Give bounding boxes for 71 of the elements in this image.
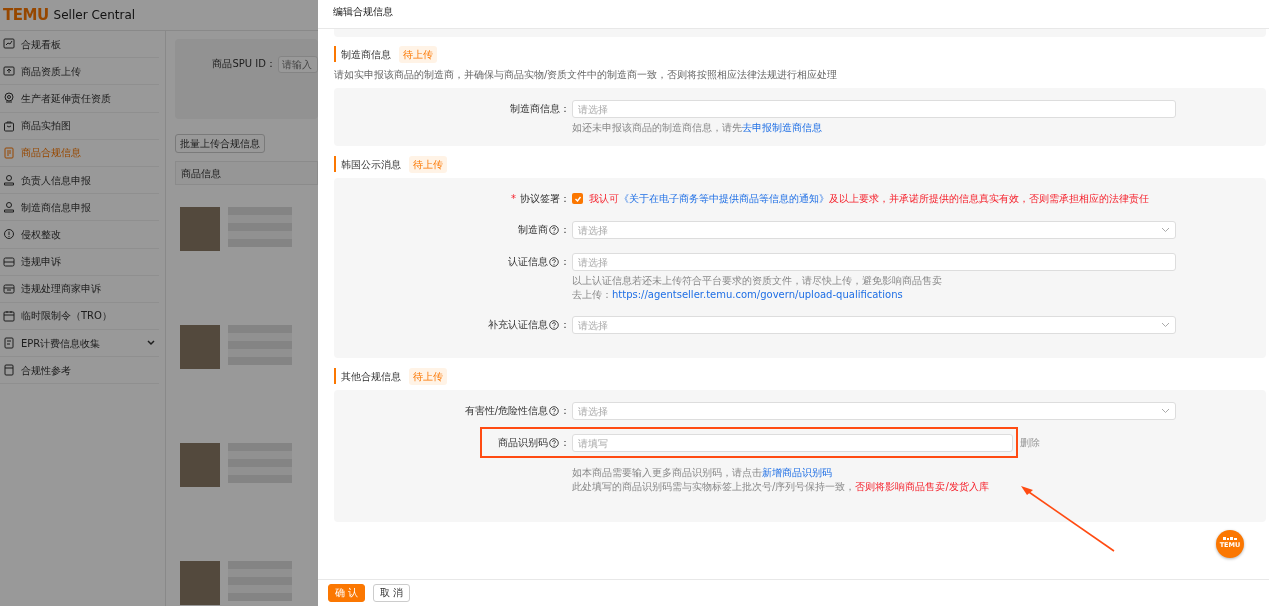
select-field[interactable]: 请选择 bbox=[572, 221, 1176, 239]
confirm-button[interactable]: 确 认 bbox=[328, 584, 366, 602]
select-field[interactable]: 请选择 bbox=[572, 402, 1176, 420]
sidebar-item[interactable]: 侵权整改 bbox=[0, 221, 159, 249]
upload-icon bbox=[3, 65, 15, 78]
alert-icon bbox=[3, 228, 15, 241]
sidebar-item[interactable]: 违规处理商家申诉 bbox=[0, 275, 159, 303]
select-field[interactable]: 请选择 bbox=[572, 253, 1176, 271]
photo-placeholder bbox=[180, 561, 220, 605]
link[interactable]: 新增商品识别码 bbox=[762, 467, 832, 478]
field-label: 商品SPU ID： bbox=[212, 57, 276, 71]
inbox-icon bbox=[3, 255, 15, 268]
bag-icon bbox=[3, 119, 15, 132]
sidebar-item[interactable]: 负责人信息申报 bbox=[0, 166, 159, 195]
field-label: 商品识别码 ： bbox=[497, 436, 571, 450]
select-field[interactable]: 请选择 bbox=[572, 100, 1176, 118]
drawer-title: 编辑合规信息 bbox=[333, 6, 393, 17]
photo-placeholder bbox=[180, 443, 220, 487]
section-note: 请如实申报该商品的制造商，并确保与商品实物/资质文件中的制造商一致，否则将按照相应法律法规进行相应处理 bbox=[334, 68, 839, 82]
input-field[interactable]: 请填写 bbox=[572, 434, 1013, 452]
link[interactable]: 去申报制造商信息 bbox=[742, 122, 822, 133]
logo-mark-icon bbox=[1223, 537, 1237, 542]
sidebar-item[interactable]: 生产者延伸责任资质 bbox=[0, 85, 159, 113]
receipt-icon bbox=[3, 337, 15, 350]
field-label: 有害性/危险性信息 ： bbox=[463, 404, 571, 418]
photo-placeholder bbox=[180, 325, 220, 369]
status-tag: 待上传 bbox=[409, 367, 447, 385]
hint-text: 去上传：https://agentseller.temu.com/govern/upload-qualifications bbox=[572, 288, 904, 302]
sidebar-item[interactable]: EPR计费信息收集 bbox=[0, 330, 159, 358]
user-icon bbox=[3, 201, 15, 214]
hint-text: 以上认证信息若还未上传符合平台要求的资质文件，请尽快上传，避免影响商品售卖 bbox=[572, 274, 943, 288]
sidebar-item[interactable]: 商品资质上传 bbox=[0, 58, 159, 86]
hint-text: 如还未申报该商品的制造商信息，请先去申报制造商信息 bbox=[572, 121, 823, 135]
spu-id-field[interactable]: 请输入 bbox=[278, 56, 318, 73]
chart-icon bbox=[3, 38, 15, 51]
status-tag: 待上传 bbox=[409, 155, 447, 173]
hint-text: 如本商品需要输入更多商品识别码，请点击新增商品识别码 bbox=[572, 466, 833, 480]
field-label: 制造商信息： bbox=[509, 102, 571, 116]
brand-name: Seller Central bbox=[53, 7, 136, 24]
sidebar-item[interactable]: 违规申诉 bbox=[0, 248, 159, 276]
checkbox[interactable] bbox=[572, 193, 583, 204]
sidebar-item[interactable]: 制造商信息申报 bbox=[0, 194, 159, 222]
select-field[interactable]: 请选择 bbox=[572, 316, 1176, 334]
cancel-button[interactable]: 取 消 bbox=[373, 584, 411, 602]
field-label: 认证信息 ： bbox=[507, 255, 571, 269]
bulk-upload-button[interactable]: 批量上传合规信息 bbox=[175, 134, 265, 153]
field-label: * 协议签署： bbox=[510, 192, 571, 206]
link[interactable]: https://agentseller.temu.com/govern/upload-qualifications bbox=[612, 289, 903, 300]
agreement-text: 我认可《关于在电子商务等中提供商品等信息的通知》及以上要求，并承诺所提供的信息真实有效，否则需承担相应的法律责任 bbox=[589, 192, 1149, 206]
section-title: 韩国公示消息 bbox=[341, 157, 401, 172]
brand-logo: TEMU bbox=[3, 4, 49, 26]
sidebar-item[interactable]: 合规性参考 bbox=[0, 357, 159, 385]
section-title: 其他合规信息 bbox=[341, 369, 401, 384]
calendar-icon bbox=[3, 309, 15, 322]
sidebar-item[interactable]: 商品合规信息 bbox=[0, 139, 159, 167]
inbox-icon bbox=[3, 282, 15, 295]
field-label: 补充认证信息 ： bbox=[487, 318, 571, 332]
user-icon bbox=[3, 174, 15, 187]
field-label: 制造商 ： bbox=[517, 223, 571, 237]
status-tag: 待上传 bbox=[399, 45, 437, 63]
badge-icon bbox=[3, 92, 15, 105]
sidebar-item[interactable]: 临时限制令（TRO） bbox=[0, 302, 159, 331]
sidebar-item[interactable]: 合规看板 bbox=[0, 31, 159, 59]
column-header: 商品信息 bbox=[181, 166, 221, 181]
sidebar-item[interactable]: 商品实拍图 bbox=[0, 112, 159, 140]
document-icon bbox=[3, 146, 15, 159]
section-title: 制造商信息 bbox=[341, 47, 391, 62]
link[interactable]: 《关于在电子商务等中提供商品等信息的通知》 bbox=[619, 193, 829, 204]
hint-text: 此处填写的商品识别码需与实物标签上批次号/序列号保持一致，否则将影响商品售卖/发货入库 bbox=[572, 480, 990, 494]
photo-placeholder bbox=[180, 207, 220, 251]
delete-link[interactable]: 删除 bbox=[1020, 434, 1256, 452]
